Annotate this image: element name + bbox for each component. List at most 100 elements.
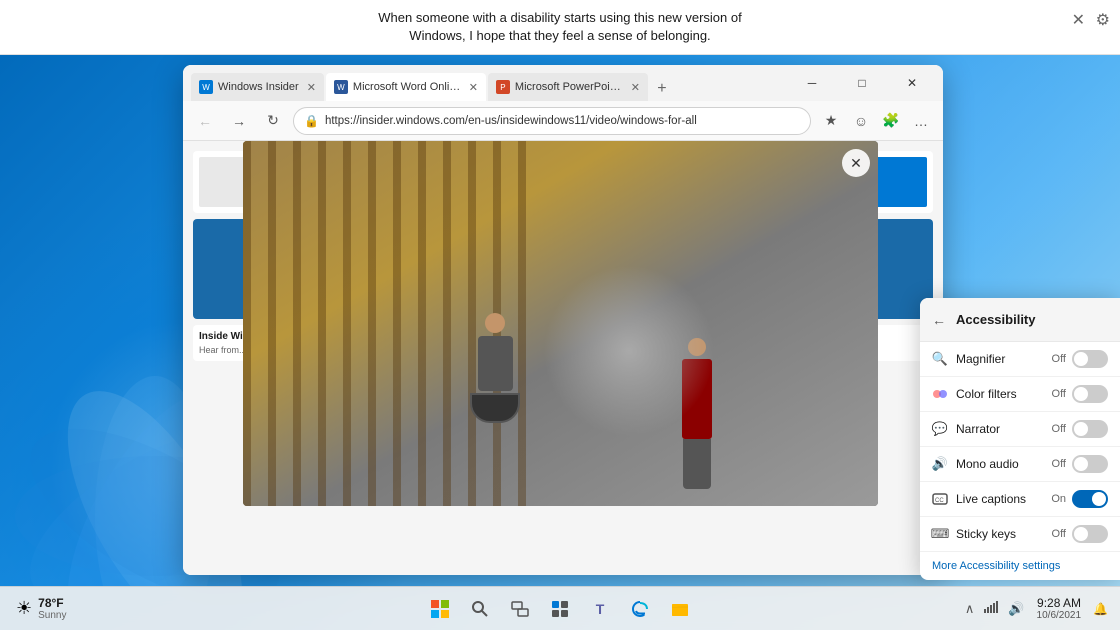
sticky-keys-label: Sticky keys — [956, 527, 1016, 541]
narrator-toggle[interactable] — [1072, 420, 1108, 438]
browser-content: Inside Windows 11 Hear from... about W..… — [183, 141, 943, 575]
weather-desc: Sunny — [38, 610, 66, 621]
browser-tab-word[interactable]: W Microsoft Word Online ✕ — [326, 73, 486, 101]
narrator-label: Narrator — [956, 422, 1000, 436]
panel-back-button[interactable]: ← — [932, 312, 946, 328]
svg-text:CC: CC — [935, 498, 944, 504]
favorites-button[interactable]: ★ — [817, 107, 845, 135]
taskbar-start-button[interactable] — [422, 591, 458, 627]
sticky-keys-toggle-thumb — [1074, 527, 1088, 541]
notification-center-button[interactable]: 🔔 — [1089, 598, 1112, 620]
taskbar-explorer-button[interactable] — [662, 591, 698, 627]
taskbar-right: ∧ 🔊 9:28 AM 10/6/2021 🔔 — [961, 596, 1112, 621]
magnifier-icon: 🔍 — [932, 351, 948, 367]
tab2-close[interactable]: ✕ — [469, 81, 478, 94]
accessibility-row-color-filters: Color filters Off — [920, 377, 1120, 412]
taskbar: ☀ 78°F Sunny — [0, 586, 1120, 630]
panel-header: ← Accessibility — [920, 298, 1120, 342]
video-close-button[interactable]: ✕ — [842, 149, 870, 177]
tab-bar: W Windows Insider ✕ W Microsoft Word Onl… — [191, 65, 781, 101]
row-right-sticky-keys: Off — [1052, 525, 1108, 543]
forward-button[interactable]: → — [225, 107, 253, 135]
tab2-favicon: W — [334, 80, 348, 94]
settings-more-button[interactable]: … — [907, 107, 935, 135]
new-tab-button[interactable]: + — [650, 77, 674, 101]
narrator-toggle-thumb — [1074, 422, 1088, 436]
browser-toolbar: ← → ↻ 🔒 https://insider.windows.com/en-u… — [183, 101, 943, 141]
close-button[interactable]: ✕ — [889, 67, 935, 99]
mono-audio-toggle-thumb — [1074, 457, 1088, 471]
color-filters-icon — [932, 386, 948, 402]
weather-temp: 78°F — [38, 596, 66, 610]
row-right-mono-audio: Off — [1052, 455, 1108, 473]
mono-audio-icon: 🔊 — [932, 456, 948, 472]
panel-title: Accessibility — [956, 312, 1036, 327]
browser-titlebar: W Windows Insider ✕ W Microsoft Word Onl… — [183, 65, 943, 101]
back-button[interactable]: ← — [191, 107, 219, 135]
notification-settings-button[interactable]: ⚙ — [1096, 10, 1110, 30]
color-filters-toggle-thumb — [1074, 387, 1088, 401]
tab2-label: Microsoft Word Online — [353, 81, 461, 93]
accessibility-row-sticky-keys: ⌨ Sticky keys Off — [920, 517, 1120, 552]
live-captions-state: On — [1051, 493, 1066, 505]
color-filters-state: Off — [1052, 388, 1066, 400]
minimize-button[interactable]: ─ — [789, 67, 835, 99]
color-filters-label: Color filters — [956, 387, 1017, 401]
tab1-label: Windows Insider — [218, 81, 299, 93]
browser-tab-powerpoint[interactable]: P Microsoft PowerPoint Online ✕ — [488, 73, 648, 101]
mono-audio-toggle[interactable] — [1072, 455, 1108, 473]
sticky-keys-state: Off — [1052, 528, 1066, 540]
accessibility-row-mono-audio: 🔊 Mono audio Off — [920, 447, 1120, 482]
extensions-button[interactable]: 🧩 — [877, 107, 905, 135]
browser-window: W Windows Insider ✕ W Microsoft Word Onl… — [183, 65, 943, 575]
notification-text: When someone with a disability starts us… — [378, 9, 741, 45]
address-text: https://insider.windows.com/en-us/inside… — [325, 115, 800, 127]
tab3-close[interactable]: ✕ — [631, 81, 640, 94]
video-content — [243, 141, 878, 506]
notification-close-button[interactable]: ✕ — [1072, 10, 1085, 30]
live-captions-icon: CC — [932, 491, 948, 507]
clock-date: 10/6/2021 — [1037, 610, 1082, 621]
taskbar-edge-button[interactable] — [622, 591, 658, 627]
tray-network-icon[interactable] — [980, 596, 1002, 621]
accessibility-row-live-captions: CC Live captions On — [920, 482, 1120, 517]
taskbar-search-button[interactable] — [462, 591, 498, 627]
row-right-color-filters: Off — [1052, 385, 1108, 403]
browser-tab-windows-insider[interactable]: W Windows Insider ✕ — [191, 73, 324, 101]
color-filters-toggle[interactable] — [1072, 385, 1108, 403]
row-left-live-captions: CC Live captions — [932, 491, 1026, 507]
accessibility-row-magnifier: 🔍 Magnifier Off — [920, 342, 1120, 377]
datetime-display[interactable]: 9:28 AM 10/6/2021 — [1037, 596, 1082, 621]
taskbar-teams-button[interactable]: T — [582, 591, 618, 627]
refresh-button[interactable]: ↻ — [259, 107, 287, 135]
notification-line2: Windows, I hope that they feel a sense o… — [409, 28, 710, 43]
magnifier-label: Magnifier — [956, 352, 1005, 366]
window-controls: ─ □ ✕ — [789, 67, 935, 99]
weather-widget[interactable]: ☀ 78°F Sunny — [8, 592, 75, 625]
row-left-sticky-keys: ⌨ Sticky keys — [932, 526, 1016, 542]
row-left-narrator: 💬 Narrator — [932, 421, 1000, 437]
account-button[interactable]: ☺ — [847, 107, 875, 135]
row-right-narrator: Off — [1052, 420, 1108, 438]
taskbar-center-icons: T — [422, 591, 698, 627]
tab1-favicon: W — [199, 80, 213, 94]
live-captions-label: Live captions — [956, 492, 1026, 506]
weather-icon: ☀ — [16, 598, 32, 619]
magnifier-state: Off — [1052, 353, 1066, 365]
taskbar-widgets-button[interactable] — [542, 591, 578, 627]
lock-icon: 🔒 — [304, 114, 319, 128]
sticky-keys-icon: ⌨ — [932, 526, 948, 542]
taskbar-task-view-button[interactable] — [502, 591, 538, 627]
address-bar[interactable]: 🔒 https://insider.windows.com/en-us/insi… — [293, 107, 811, 135]
tray-chevron[interactable]: ∧ — [961, 597, 979, 621]
clock-time: 9:28 AM — [1037, 596, 1082, 610]
notification-banner: When someone with a disability starts us… — [0, 0, 1120, 55]
maximize-button[interactable]: □ — [839, 67, 885, 99]
tray-audio-icon[interactable]: 🔊 — [1004, 597, 1028, 621]
row-left-magnifier: 🔍 Magnifier — [932, 351, 1005, 367]
more-accessibility-settings-link[interactable]: More Accessibility settings — [920, 552, 1120, 580]
magnifier-toggle[interactable] — [1072, 350, 1108, 368]
live-captions-toggle[interactable] — [1072, 490, 1108, 508]
tab1-close[interactable]: ✕ — [307, 81, 316, 94]
sticky-keys-toggle[interactable] — [1072, 525, 1108, 543]
